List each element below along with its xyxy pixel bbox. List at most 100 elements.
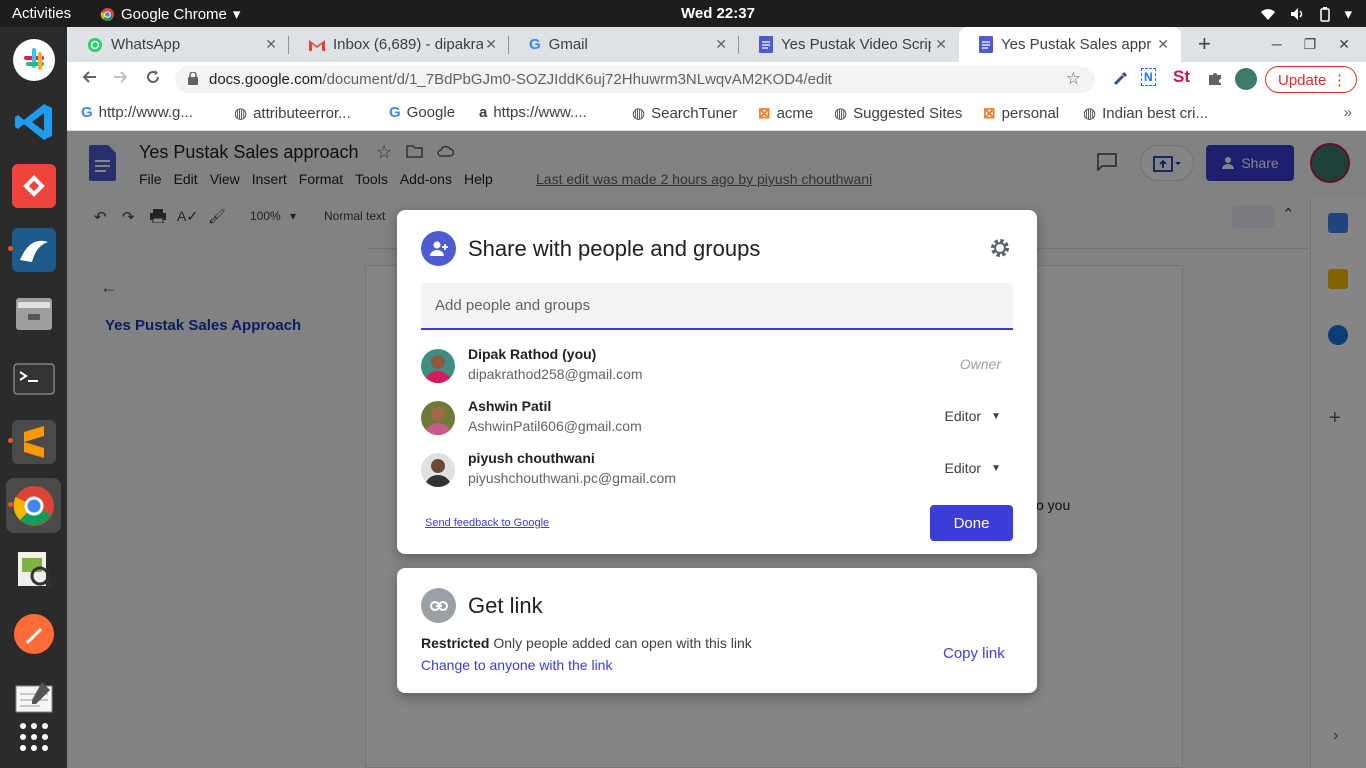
bookmark-item[interactable]: ⊠ acme xyxy=(758,104,814,123)
slack-icon[interactable] xyxy=(6,32,61,87)
owner-label: Owner xyxy=(959,356,1001,372)
close-icon[interactable]: ✕ xyxy=(265,36,277,53)
tab-whatsapp[interactable]: WhatsApp ✕ xyxy=(67,27,289,62)
address-bar[interactable]: docs.google.com/document/d/1_7BdPbGJm0-S… xyxy=(175,66,1095,93)
role-dropdown[interactable]: Editor ▼ xyxy=(945,460,1001,476)
chrome-icon xyxy=(100,7,115,22)
avatar xyxy=(421,349,455,383)
system-top-bar: Activities Google Chrome ▾ Wed 22:37 ▾ xyxy=(0,0,1366,27)
google-icon: G xyxy=(529,36,541,53)
star-icon[interactable]: ☆ xyxy=(1066,69,1081,89)
person-name: piyush chouthwani xyxy=(468,450,595,466)
bookmark-item[interactable]: ◍ Suggested Sites xyxy=(834,104,963,123)
done-button[interactable]: Done xyxy=(930,505,1013,541)
extension-n-icon[interactable]: N xyxy=(1141,68,1156,86)
bookmark-label: https://www.... xyxy=(493,104,587,121)
close-icon[interactable]: ✕ xyxy=(1157,36,1169,53)
bookmark-item[interactable]: G Google xyxy=(389,104,455,121)
tab-title: WhatsApp xyxy=(111,36,181,53)
bookmark-label: personal xyxy=(1001,104,1060,122)
image-viewer-icon[interactable] xyxy=(6,542,61,597)
extension-st-icon[interactable]: St xyxy=(1173,67,1190,87)
xampp-icon: ⊠ xyxy=(983,105,996,122)
get-link-dialog: Get link Restricted Only people added ca… xyxy=(397,568,1037,693)
person-name: Ashwin Patil xyxy=(468,398,552,414)
avatar xyxy=(421,453,455,487)
sublime-text-icon[interactable] xyxy=(6,414,61,469)
globe-icon: ◍ xyxy=(632,105,646,122)
add-person-icon xyxy=(421,231,456,266)
reload-icon[interactable] xyxy=(145,69,161,85)
puzzle-icon[interactable] xyxy=(1207,70,1223,86)
vscode-icon[interactable] xyxy=(6,94,61,149)
system-tray[interactable]: ▾ xyxy=(1260,5,1352,23)
terminal-icon[interactable] xyxy=(6,350,61,405)
bookmark-item[interactable]: ⊠ personal xyxy=(983,104,1060,123)
chevron-right-icon[interactable]: » xyxy=(1344,104,1352,121)
tab-title: Yes Pustak Sales appro xyxy=(1001,36,1151,53)
bookmark-item[interactable]: ◍ SearchTuner xyxy=(632,104,738,123)
bookmarks-bar: Ghttp://www.g... ◍ attributeerror... G Goo… xyxy=(67,97,1366,131)
clock[interactable]: Wed 22:37 xyxy=(681,5,755,22)
chrome-icon[interactable] xyxy=(6,478,61,533)
files-icon[interactable] xyxy=(6,286,61,341)
bookmark-label: acme xyxy=(776,104,814,122)
update-button[interactable]: Update ⋮ xyxy=(1265,66,1357,93)
tab-title: Inbox (6,689) - dipakrat xyxy=(333,36,483,53)
eyedropper-extension-icon[interactable] xyxy=(1113,70,1129,86)
mysql-workbench-icon[interactable] xyxy=(6,222,61,277)
new-tab-button[interactable]: + xyxy=(1198,31,1211,57)
bookmark-item[interactable]: a https://www.... xyxy=(479,104,587,121)
back-arrow-icon[interactable] xyxy=(81,69,97,85)
globe-icon: ◍ xyxy=(834,105,848,122)
app-menu[interactable]: Google Chrome ▾ xyxy=(100,5,240,23)
tab-title: Gmail xyxy=(548,36,588,53)
gmail-icon xyxy=(309,39,325,51)
close-icon[interactable]: ✕ xyxy=(935,36,947,53)
ubuntu-dock xyxy=(0,27,67,768)
close-icon[interactable]: ✕ xyxy=(485,36,497,53)
tab-sales-approach[interactable]: Yes Pustak Sales appro ✕ xyxy=(959,27,1181,62)
gear-icon[interactable] xyxy=(989,237,1011,259)
tab-gmail-inbox[interactable]: Inbox (6,689) - dipakrat ✕ xyxy=(289,27,509,62)
wifi-icon xyxy=(1260,7,1276,21)
globe-icon: ◍ xyxy=(234,105,248,122)
minimize-button[interactable]: ─ xyxy=(1272,36,1282,53)
forward-arrow-icon[interactable] xyxy=(113,69,129,85)
app-grid-icon[interactable] xyxy=(6,709,61,764)
bookmark-label: Suggested Sites xyxy=(853,104,963,122)
copy-link-button[interactable]: Copy link xyxy=(943,645,1005,662)
role-label: Editor xyxy=(944,408,982,424)
amazon-icon: a xyxy=(479,104,488,121)
close-window-button[interactable]: ✕ xyxy=(1338,36,1350,53)
send-feedback-link[interactable]: Send feedback to Google xyxy=(425,517,549,529)
browser-tab-strip: WhatsApp ✕ Inbox (6,689) - dipakrat ✕ G … xyxy=(67,27,1366,62)
bookmark-item[interactable]: ◍ Indian best cri... xyxy=(1083,104,1208,123)
activities-button[interactable]: Activities xyxy=(12,5,71,22)
tab-gmail[interactable]: G Gmail ✕ xyxy=(509,27,739,62)
postman-icon[interactable] xyxy=(6,606,61,661)
person-row: piyush chouthwani piyushchouthwani.pc@gm… xyxy=(421,450,1013,490)
bookmark-label: attributeerror... xyxy=(253,104,351,122)
chevron-down-icon: ▾ xyxy=(1344,6,1352,23)
bookmark-label: SearchTuner xyxy=(651,104,738,122)
update-label: Update xyxy=(1278,72,1327,89)
bookmark-item[interactable]: Ghttp://www.g... xyxy=(81,104,193,121)
profile-avatar[interactable] xyxy=(1235,68,1257,90)
more-vert-icon: ⋮ xyxy=(1332,72,1347,89)
maximize-button[interactable]: ❐ xyxy=(1304,36,1317,53)
person-row: Dipak Rathod (you) dipakrathod258@gmail.… xyxy=(421,346,1013,386)
anydesk-icon[interactable] xyxy=(6,158,61,213)
role-dropdown[interactable]: Editor ▼ xyxy=(945,408,1001,424)
change-link-access[interactable]: Change to anyone with the link xyxy=(421,657,612,673)
role-label: Editor xyxy=(944,460,982,476)
add-people-input[interactable] xyxy=(421,283,1013,330)
share-dialog: Share with people and groups Dipak Ratho… xyxy=(397,210,1037,554)
close-icon[interactable]: ✕ xyxy=(715,36,727,53)
docs-icon xyxy=(979,36,993,53)
restriction-label[interactable]: Restricted xyxy=(421,635,489,651)
bookmark-item[interactable]: ◍ attributeerror... xyxy=(234,104,351,123)
google-icon: G xyxy=(81,104,93,121)
tab-video-script[interactable]: Yes Pustak Video Script ✕ xyxy=(739,27,959,62)
whatsapp-icon xyxy=(87,37,103,53)
